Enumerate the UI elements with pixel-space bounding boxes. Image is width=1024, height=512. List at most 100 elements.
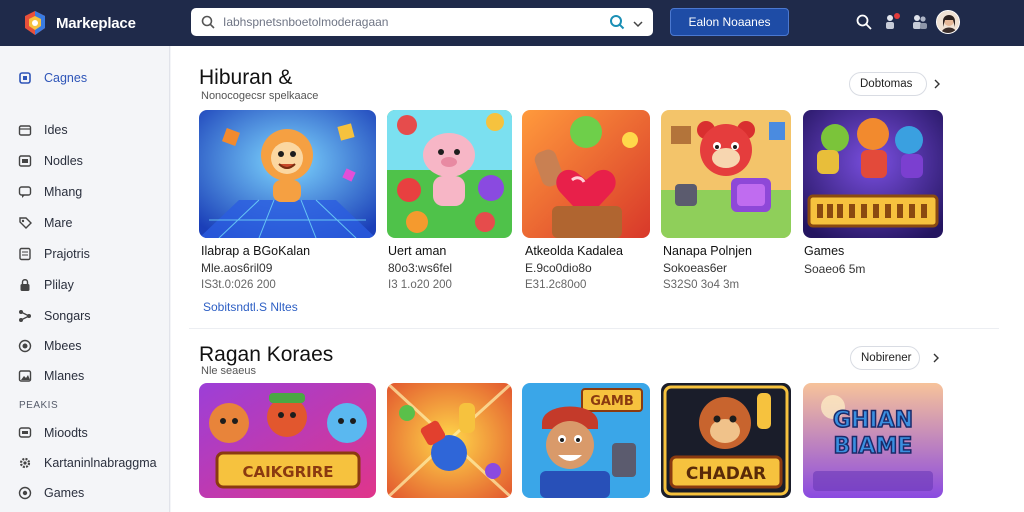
- game-card-meta: S32S0 3o4 3m: [663, 279, 740, 291]
- heart-hero-illustration: [522, 110, 650, 238]
- card-overlay-text: GHIAN BIAME: [833, 408, 913, 459]
- section-subtitle: Nle seaeus: [201, 365, 257, 377]
- fox-arena-illustration: [199, 110, 376, 238]
- game-card-title[interactable]: Nanapa Polnjen: [663, 244, 752, 258]
- sidebar-item-mioodts[interactable]: Mioodts: [18, 423, 88, 443]
- sidebar-item-ides[interactable]: Ides: [18, 120, 68, 140]
- game-card-meta: E31.2c80o0: [525, 279, 587, 291]
- share-icon: [18, 309, 32, 323]
- see-more-button[interactable]: Nobirener: [850, 346, 939, 370]
- sidebar: Cagnes Ides Nodles Mhang Mare Prajotris …: [0, 46, 170, 512]
- sidebar-item-label: Prajotris: [44, 247, 90, 261]
- game-card-title[interactable]: Atkeolda Kadalea: [525, 244, 623, 258]
- header-icons: [850, 8, 962, 36]
- search-bar[interactable]: [191, 8, 653, 36]
- sidebar-item-label: Ides: [44, 123, 68, 137]
- search-submit-icon[interactable]: [609, 14, 625, 30]
- game-card-subtitle: E.9co0dio8o: [525, 261, 592, 275]
- sidebar-item-plilay[interactable]: Plilay: [18, 275, 74, 295]
- square-icon: [18, 71, 32, 85]
- game-card-image[interactable]: GHIAN BIAME: [803, 383, 943, 498]
- top-bar: Markeplace Ealon Noaanes: [0, 0, 1024, 46]
- sidebar-item-songars[interactable]: Songars: [18, 306, 91, 326]
- sidebar-item-label: Songars: [44, 309, 91, 323]
- game-card-image[interactable]: [199, 110, 376, 238]
- sidebar-item-label: Plilay: [44, 278, 74, 292]
- sidebar-item-kartan[interactable]: Kartaninlnabraggma: [18, 453, 157, 473]
- sidebar-item-prajotris[interactable]: Prajotris: [18, 244, 90, 264]
- chat-icon: [18, 185, 32, 199]
- sidebar-item-label: Nodles: [44, 154, 83, 168]
- game-card-meta: IS3t.0:026 200: [201, 279, 276, 291]
- game-card-image[interactable]: CHADAR: [661, 383, 791, 498]
- pig-party-illustration: [387, 110, 512, 238]
- sidebar-item-label: Mioodts: [44, 426, 88, 440]
- game-card-link[interactable]: Sobitsndtl.S Nltes: [203, 300, 298, 314]
- circle-icon: [18, 339, 32, 353]
- gamer-guy-illustration: GAMB: [522, 383, 650, 498]
- chat-icon: [18, 426, 32, 440]
- search-input[interactable]: [223, 15, 593, 29]
- cat-crew-illustration: CAIKGRIRE: [199, 383, 376, 498]
- section-subtitle: Nonocogecsr spelkaace: [201, 90, 319, 102]
- lock-icon: [18, 278, 32, 292]
- game-card-title[interactable]: Games: [804, 244, 844, 258]
- sidebar-item-label: Mbees: [44, 339, 82, 353]
- main-content: Hiburan & Nonocogecsr spelkaace Dobtomas: [171, 46, 1024, 512]
- game-card-image[interactable]: CAIKGRIRE: [199, 383, 376, 498]
- card-overlay-text: GAMB: [590, 394, 634, 409]
- card-overlay-text: CAIKGRIRE: [242, 463, 333, 481]
- folder-icon: [18, 123, 32, 137]
- see-more-label: Dobtomas: [860, 78, 913, 90]
- sidebar-item-label: Mhang: [44, 185, 83, 199]
- grid-icon: [18, 154, 32, 168]
- header-action-button[interactable]: Ealon Noaanes: [670, 8, 789, 36]
- image-icon: [18, 369, 32, 383]
- app-logo[interactable]: Markeplace: [20, 8, 190, 38]
- chevron-down-icon[interactable]: [633, 16, 643, 28]
- section-title: Hiburan &: [199, 66, 293, 89]
- game-card-title[interactable]: Ilabrap a BGoKalan: [201, 244, 310, 258]
- tag-icon: [18, 216, 32, 230]
- user-avatar-icon: [936, 10, 960, 34]
- logo-icon: [20, 8, 50, 38]
- search-icon[interactable]: [850, 8, 878, 36]
- card-overlay-text: CHADAR: [686, 464, 766, 484]
- game-card-image[interactable]: [803, 110, 943, 238]
- see-more-label: Nobirener: [861, 352, 912, 364]
- sidebar-item-mhang[interactable]: Mhang: [18, 182, 82, 202]
- chevron-right-icon: [931, 353, 941, 363]
- search-icon: [201, 15, 215, 29]
- rocket-hero-illustration: [387, 383, 512, 498]
- app-name: Markeplace: [56, 14, 136, 32]
- game-card-image[interactable]: [661, 110, 791, 238]
- sidebar-item-label: Cagnes: [44, 71, 88, 85]
- game-card-title[interactable]: Uert aman: [388, 244, 446, 258]
- gear-icon: [18, 456, 32, 470]
- sidebar-item-label: Games: [44, 486, 85, 500]
- friends-icon[interactable]: [906, 8, 934, 36]
- sidebar-item-games[interactable]: Games: [18, 483, 84, 503]
- sidebar-item-cagnes[interactable]: Cagnes: [18, 68, 87, 88]
- sidebar-section-label: PEAKIS: [19, 400, 59, 411]
- sidebar-item-mare[interactable]: Mare: [18, 213, 72, 233]
- sidebar-item-mbees[interactable]: Mbees: [18, 336, 82, 356]
- brawl-logo-illustration: [803, 110, 943, 238]
- game-card-meta: I3 1.o20 200: [388, 279, 452, 291]
- sidebar-item-label: Mlanes: [44, 369, 85, 383]
- game-card-image[interactable]: [387, 110, 512, 238]
- game-card-image[interactable]: [387, 383, 512, 498]
- see-more-button[interactable]: Dobtomas: [849, 72, 940, 96]
- title-logo-illustration: GHIAN BIAME: [803, 383, 943, 498]
- sidebar-item-label: Kartaninlnabraggma: [44, 456, 157, 470]
- circle-icon: [18, 486, 32, 500]
- sidebar-item-mlanes[interactable]: Mlanes: [18, 366, 84, 386]
- game-card-image[interactable]: [522, 110, 650, 238]
- avatar[interactable]: [934, 8, 962, 36]
- sidebar-item-label: Mare: [44, 216, 73, 230]
- game-card-image[interactable]: GAMB: [522, 383, 650, 498]
- section-title: Ragan Koraes: [199, 343, 334, 366]
- sidebar-item-nodles[interactable]: Nodles: [18, 151, 83, 171]
- notifications-icon[interactable]: [878, 8, 906, 36]
- game-card-subtitle: Soaeo6 5m: [804, 262, 866, 276]
